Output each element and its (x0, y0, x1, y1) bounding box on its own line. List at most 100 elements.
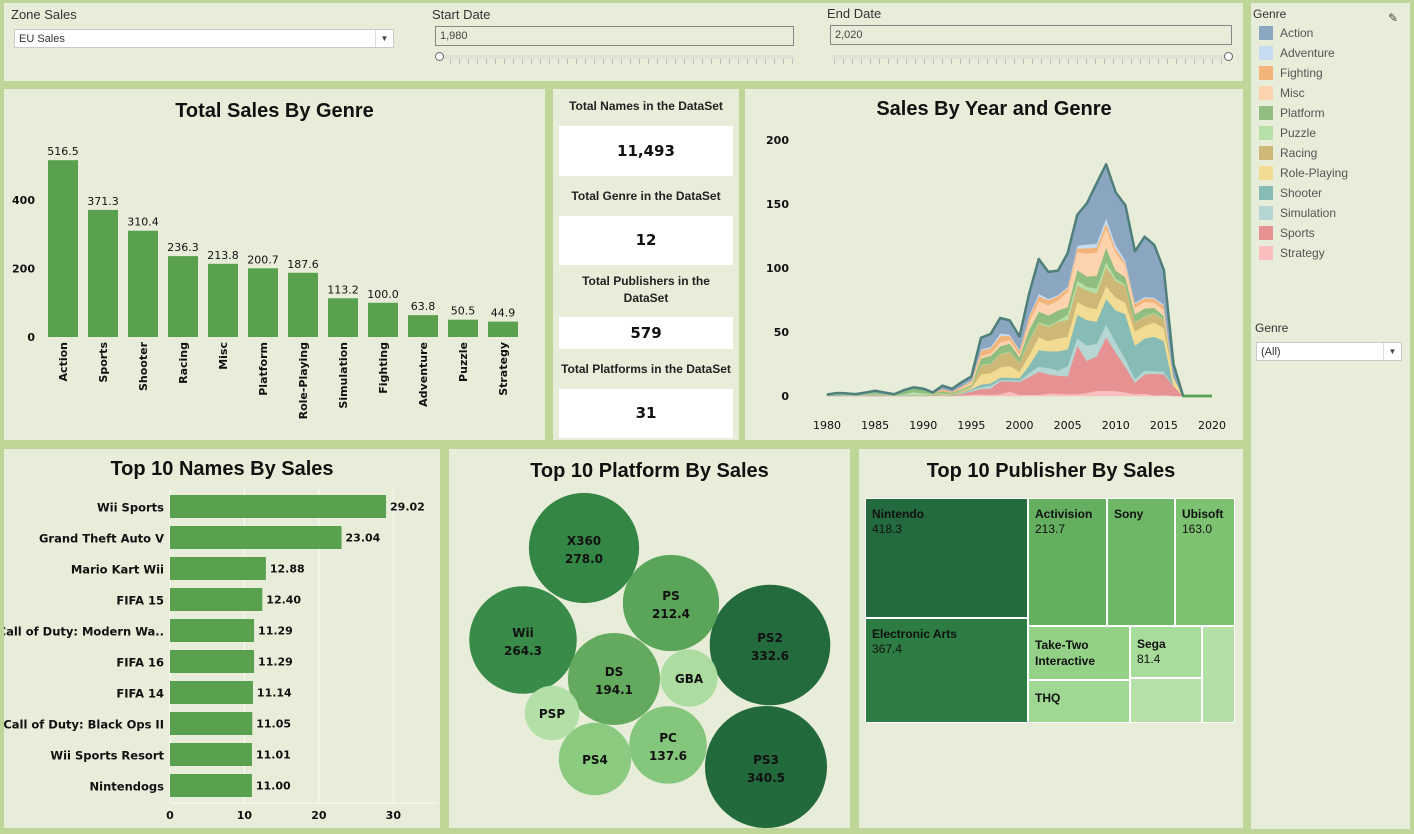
genre-filter-dropdown[interactable]: (All) ▼ (1256, 342, 1402, 361)
x-tick-label: 2000 (1006, 419, 1034, 432)
bubble-circle (709, 584, 831, 706)
bar-value-label: 200.7 (247, 253, 279, 266)
end-date-slider-handle[interactable] (1224, 52, 1233, 61)
name-label: Wii Sports (97, 501, 164, 515)
x-tick-label: 1990 (909, 419, 937, 432)
bar-puzzle (448, 319, 478, 337)
name-bar (170, 774, 252, 797)
x-tick-label: Simulation (337, 342, 350, 409)
treemap-name: Nintendo (872, 507, 924, 521)
bubble-ps3: PS3 340.5 (705, 706, 827, 828)
y-tick-label: 0 (781, 390, 789, 403)
top-publisher-panel: Top 10 Publisher By Sales Nintendo 418.3 E… (859, 449, 1243, 828)
zone-sales-dropdown[interactable]: EU Sales ▼ (14, 29, 394, 48)
bubble-value: 278.0 (565, 552, 603, 566)
legend-title: Genre (1253, 7, 1287, 21)
kpi-publishers-label: Total Publishers in the DataSet (582, 274, 710, 305)
legend-label: Action (1280, 26, 1314, 40)
bubble-name: Wii (512, 626, 533, 640)
x-tick-label: Puzzle (457, 342, 470, 382)
legend-swatch (1259, 46, 1273, 60)
end-date-input[interactable]: 2,020 (830, 25, 1232, 45)
start-date-slider-handle[interactable] (435, 52, 444, 61)
name-label: Mario Kart Wii (71, 563, 164, 577)
treemap-cell-ubisoft[interactable]: Ubisoft 163.0 (1175, 498, 1235, 626)
treemap-name: Take-Two Interactive (1035, 638, 1096, 668)
treemap-cell-nintendo[interactable]: Nintendo 418.3 (865, 498, 1028, 618)
treemap-cell-sega[interactable]: Sega 81.4 (1130, 626, 1202, 678)
x-tick-label: 10 (237, 809, 253, 822)
bubble-value: 332.6 (751, 649, 789, 663)
bar-value-label: 44.9 (491, 307, 516, 320)
start-date-label: Start Date (432, 7, 491, 22)
kpi-platforms-label: Total Platforms in the DataSet (561, 362, 731, 376)
legend-label: Platform (1280, 106, 1325, 120)
treemap-cell-electronic-arts[interactable]: Electronic Arts 367.4 (865, 618, 1028, 723)
bubble-name: PS (662, 589, 679, 603)
bar-fighting (368, 302, 398, 337)
name-bar (170, 712, 253, 735)
treemap-name: Electronic Arts (872, 627, 957, 641)
top-platform-panel: Top 10 Platform By Sales PS3 340.5 PS2 332.… (449, 449, 850, 828)
treemap-cell-activision[interactable]: Activision 213.7 (1028, 498, 1107, 626)
treemap-cell-take-two-interactive[interactable]: Take-Two Interactive (1028, 626, 1130, 680)
kpi-names-label: Total Names in the DataSet (569, 99, 723, 113)
top-publisher-treemap: Nintendo 418.3 Electronic Arts 367.4 Activis… (859, 449, 1243, 828)
bar-strategy (488, 321, 518, 337)
bubble-name: GBA (675, 672, 704, 686)
kpi-platforms-value: 31 (559, 389, 733, 438)
treemap-value: 213.7 (1035, 522, 1066, 536)
bubble-ps: PS 212.4 (622, 554, 720, 652)
y-tick-label: 150 (766, 198, 789, 211)
bar-role-playing (288, 272, 318, 337)
treemap-cell[interactable] (1130, 678, 1202, 723)
chevron-down-icon[interactable]: ▼ (1383, 343, 1401, 360)
treemap-name: Activision (1035, 507, 1093, 521)
legend-label: Puzzle (1280, 126, 1317, 140)
bubble-circle (528, 492, 640, 604)
bar-value-label: 12.88 (270, 563, 305, 576)
y-tick-label: 400 (12, 194, 35, 207)
x-tick-label: Role-Playing (297, 342, 310, 419)
genre-filter-value: (All) (1261, 346, 1281, 358)
treemap-cell[interactable] (1202, 626, 1235, 723)
bar-value-label: 371.3 (87, 195, 119, 208)
x-tick-label: Racing (177, 342, 190, 384)
filter-bar: Zone Sales EU Sales ▼ Start Date 1,980 E… (4, 3, 1243, 81)
bar-value-label: 11.00 (256, 780, 291, 793)
bubble-name: PS4 (582, 753, 608, 767)
start-date-input[interactable]: 1,980 (435, 26, 794, 46)
kpi-names-value: 11,493 (559, 126, 733, 176)
bubble-value: 212.4 (652, 607, 690, 621)
treemap-cell-thq[interactable]: THQ (1028, 680, 1130, 723)
chevron-down-icon[interactable]: ▼ (375, 30, 393, 47)
bar-platform (248, 268, 278, 337)
treemap-cell-sony[interactable]: Sony (1107, 498, 1175, 626)
x-tick-label: Action (57, 342, 70, 381)
genre-sales-chart: 0 200 400 516.5 Action 371.3 Sports 310.4 Shoote… (12, 145, 518, 419)
name-label: FIFA 15 (116, 594, 164, 608)
bar-value-label: 63.8 (411, 300, 436, 313)
legend-swatch (1259, 26, 1273, 40)
bubble-name: PS3 (753, 753, 779, 767)
x-tick-label: Adventure (417, 342, 430, 407)
bar-action (48, 160, 78, 337)
bar-value-label: 11.14 (257, 687, 292, 700)
bar-value-label: 310.4 (127, 216, 159, 229)
edit-pen-icon[interactable]: ✎ (1388, 11, 1398, 25)
bar-value-label: 11.01 (256, 749, 291, 762)
y-tick-label: 50 (774, 326, 790, 339)
legend-swatch (1259, 126, 1273, 140)
name-label: Call of Duty: Modern Wa.. (4, 625, 164, 639)
name-bar (170, 588, 263, 611)
x-tick-label: 30 (386, 809, 402, 822)
legend-label: Strategy (1280, 246, 1325, 260)
name-label: FIFA 14 (116, 687, 164, 701)
year-genre-panel: Sales By Year and Genre 0 50 100 150 200 1980… (745, 89, 1243, 440)
name-bar (170, 681, 253, 704)
bar-value-label: 29.02 (390, 501, 425, 514)
top-platform-chart: PS3 340.5 PS2 332.6 X360 278.0 Wii 264.3 PS 212.4… (469, 492, 831, 828)
treemap-name: Sony (1114, 507, 1144, 521)
name-label: Nintendogs (90, 780, 165, 794)
legend-label: Adventure (1280, 46, 1335, 60)
